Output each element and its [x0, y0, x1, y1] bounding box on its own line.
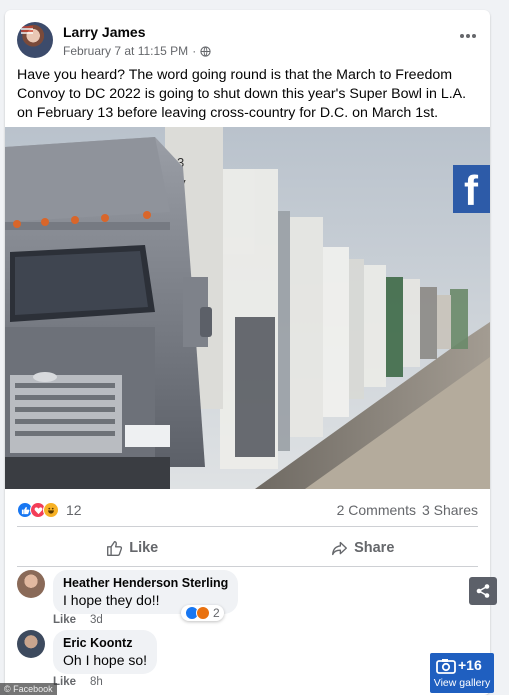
share-arrow-icon	[332, 541, 348, 555]
comment-reaction-count: 2	[213, 606, 220, 620]
comment-actions: Like 3d	[53, 614, 103, 626]
convoy-trucks-photo: f 3 V 6 7 2 3	[5, 127, 490, 489]
gallery-label: View gallery	[433, 677, 491, 689]
comment-text: Oh I hope so!	[63, 652, 148, 668]
post-actions: Like Share	[17, 531, 478, 565]
thumbs-up-icon	[107, 540, 123, 556]
reactions-summary: 12 2 Comments 3 Shares	[17, 498, 478, 522]
engagement-counts: 2 Comments 3 Shares	[337, 502, 478, 518]
reaction-icons[interactable]	[17, 502, 59, 518]
reaction-count[interactable]: 12	[66, 502, 82, 518]
image-credit: © Facebook	[0, 683, 57, 695]
share-nodes-icon	[476, 584, 490, 598]
author-avatar[interactable]	[17, 22, 53, 58]
comment-actions: Like 8h	[53, 676, 103, 688]
commenter-avatar[interactable]	[17, 630, 45, 658]
comment-age[interactable]: 3d	[90, 614, 103, 626]
post-card: Larry James February 7 at 11:15 PM · Hav…	[5, 10, 490, 695]
share-button-label: Share	[354, 540, 395, 556]
comment-bubble: Eric Koontz Oh I hope so!	[53, 630, 158, 674]
haha-reaction-icon	[43, 502, 59, 518]
comment-item: Eric Koontz Oh I hope so!	[17, 630, 337, 680]
comment-like-link[interactable]: Like	[53, 614, 76, 626]
post-meta: February 7 at 11:15 PM ·	[63, 44, 211, 58]
comments-count[interactable]: 2 Comments	[337, 502, 416, 518]
more-options-icon[interactable]	[458, 26, 478, 46]
meta-separator: ·	[192, 44, 197, 58]
author-name[interactable]: Larry James	[63, 24, 146, 40]
like-button-label: Like	[129, 540, 159, 556]
commenter-avatar[interactable]	[17, 570, 45, 598]
share-overlay-button[interactable]	[469, 577, 497, 605]
post-header: Larry James February 7 at 11:15 PM ·	[17, 22, 478, 62]
post-timestamp[interactable]: February 7 at 11:15 PM	[63, 44, 188, 58]
angry-reaction-icon	[196, 606, 210, 620]
share-button[interactable]: Share	[248, 531, 479, 565]
post-photo[interactable]: f 3 V 6 7 2 3	[5, 127, 490, 489]
commenter-name[interactable]: Eric Koontz	[63, 636, 147, 650]
facebook-logo: f	[464, 167, 479, 214]
like-button[interactable]: Like	[17, 531, 248, 565]
comment-reactions[interactable]: 2	[181, 605, 224, 621]
comment-age[interactable]: 8h	[90, 676, 103, 688]
divider-top	[17, 526, 478, 527]
camera-icon	[436, 659, 456, 674]
shares-count[interactable]: 3 Shares	[422, 502, 478, 518]
post-text: Have you heard? The word going round is …	[17, 67, 467, 121]
divider-bottom	[17, 566, 478, 567]
commenter-name[interactable]: Heather Henderson Sterling	[63, 576, 228, 590]
gallery-count: +16	[458, 657, 482, 673]
view-gallery-button[interactable]: +16 View gallery	[430, 653, 494, 693]
globe-icon	[200, 45, 211, 57]
